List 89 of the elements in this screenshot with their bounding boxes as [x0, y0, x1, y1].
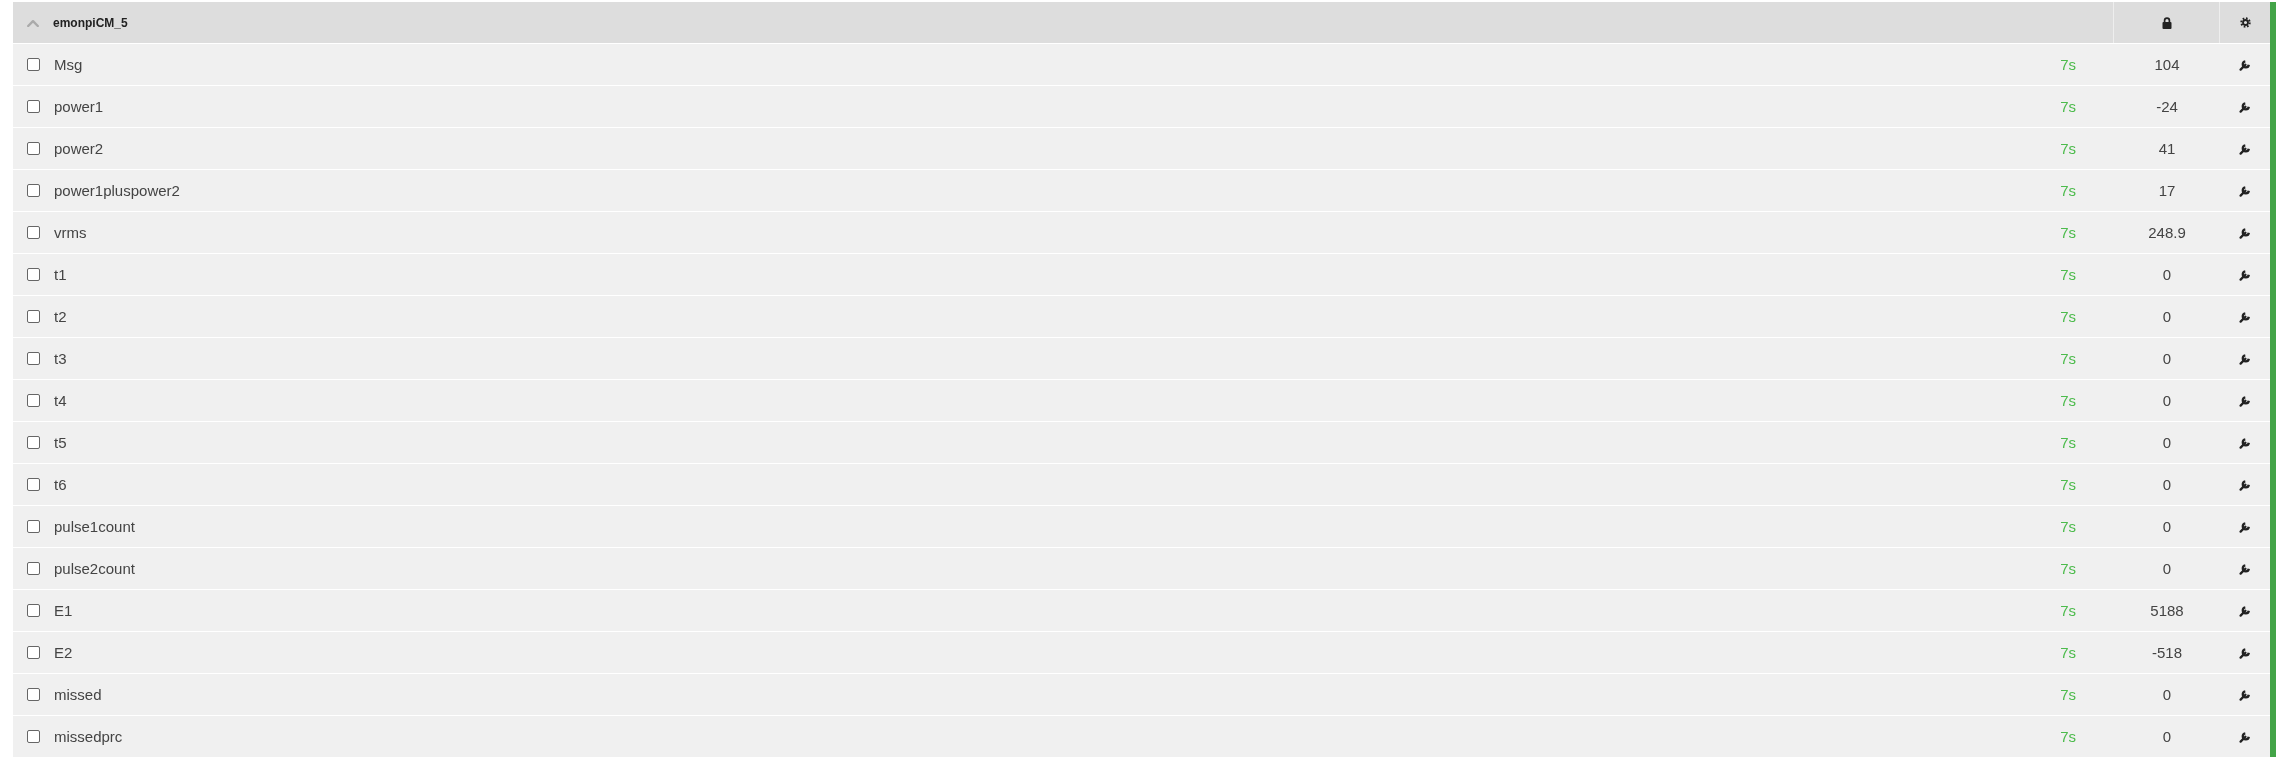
- checkbox[interactable]: [27, 352, 40, 365]
- checkbox[interactable]: [27, 646, 40, 659]
- update-time: 7s: [2060, 139, 2076, 157]
- wrench-icon[interactable]: [2239, 436, 2251, 449]
- update-time: 7s: [2060, 55, 2076, 73]
- wrench-icon[interactable]: [2239, 730, 2251, 743]
- input-value: 0: [2162, 433, 2172, 451]
- checkbox[interactable]: [27, 604, 40, 617]
- wrench-icon[interactable]: [2239, 394, 2251, 407]
- checkbox[interactable]: [27, 562, 40, 575]
- checkbox[interactable]: [27, 520, 40, 533]
- input-name: power2: [54, 140, 104, 157]
- input-value: 0: [2162, 265, 2172, 283]
- input-name: t4: [54, 392, 67, 409]
- input-value: 0: [2162, 517, 2172, 535]
- update-time: 7s: [2060, 517, 2076, 535]
- update-time: 7s: [2060, 265, 2076, 283]
- update-time: 7s: [2060, 307, 2076, 325]
- input-name: t3: [54, 350, 67, 367]
- update-time: 7s: [2060, 391, 2076, 409]
- checkbox[interactable]: [27, 226, 40, 239]
- checkbox[interactable]: [27, 436, 40, 449]
- input-value: 41: [2158, 139, 2176, 157]
- input-value: 0: [2162, 349, 2172, 367]
- input-name: pulse2count: [54, 560, 135, 577]
- checkbox[interactable]: [27, 58, 40, 71]
- input-name: Msg: [54, 56, 83, 73]
- wrench-icon[interactable]: [2239, 688, 2251, 701]
- checkbox[interactable]: [27, 268, 40, 281]
- input-name: t2: [54, 308, 67, 325]
- input-name: missed: [54, 686, 102, 703]
- update-time: 7s: [2060, 349, 2076, 367]
- input-value: 0: [2162, 727, 2172, 745]
- wrench-icon[interactable]: [2239, 562, 2251, 575]
- wrench-icon[interactable]: [2239, 478, 2251, 491]
- update-time: 7s: [2060, 727, 2076, 745]
- input-value: -518: [2152, 643, 2182, 661]
- input-name: vrms: [54, 224, 87, 241]
- input-value: 248.9: [2148, 223, 2186, 241]
- settings-icon[interactable]: [2239, 17, 2251, 28]
- input-value: 0: [2162, 559, 2172, 577]
- input-name: t5: [54, 434, 67, 451]
- wrench-icon[interactable]: [2239, 184, 2251, 197]
- update-time: 7s: [2060, 97, 2076, 115]
- input-value: 104: [2154, 55, 2180, 73]
- input-name: E1: [54, 602, 73, 619]
- checkbox[interactable]: [27, 478, 40, 491]
- wrench-icon[interactable]: [2239, 310, 2251, 323]
- update-time: 7s: [2060, 601, 2076, 619]
- update-time: 7s: [2060, 433, 2076, 451]
- input-value: 0: [2162, 391, 2172, 409]
- update-time: 7s: [2060, 181, 2076, 199]
- lock-icon: [2161, 16, 2172, 29]
- node-header[interactable]: emonpiCM_5: [13, 2, 2270, 43]
- checkbox[interactable]: [27, 142, 40, 155]
- wrench-icon[interactable]: [2239, 226, 2251, 239]
- checkbox[interactable]: [27, 730, 40, 743]
- wrench-icon[interactable]: [2239, 58, 2251, 71]
- input-name: pulse1count: [54, 518, 135, 535]
- input-name: power1pluspower2: [54, 182, 180, 199]
- node-title: emonpiCM_5: [53, 15, 128, 30]
- input-name: E2: [54, 644, 73, 661]
- input-value: 0: [2162, 307, 2172, 325]
- wrench-icon[interactable]: [2239, 100, 2251, 113]
- checkbox[interactable]: [27, 100, 40, 113]
- input-value: 17: [2158, 181, 2176, 199]
- update-time: 7s: [2060, 559, 2076, 577]
- update-time: 7s: [2060, 643, 2076, 661]
- wrench-icon[interactable]: [2239, 604, 2251, 617]
- wrench-icon[interactable]: [2239, 646, 2251, 659]
- wrench-icon[interactable]: [2239, 520, 2251, 533]
- update-time: 7s: [2060, 475, 2076, 493]
- update-time: 7s: [2060, 685, 2076, 703]
- input-name: missedprc: [54, 728, 123, 745]
- wrench-icon[interactable]: [2239, 142, 2251, 155]
- input-value: 0: [2162, 475, 2172, 493]
- input-name: power1: [54, 98, 104, 115]
- update-time: 7s: [2060, 223, 2076, 241]
- input-name: t6: [54, 476, 67, 493]
- input-value: 5188: [2150, 601, 2184, 619]
- checkbox[interactable]: [27, 184, 40, 197]
- checkbox[interactable]: [27, 688, 40, 701]
- input-name: t1: [54, 266, 67, 283]
- wrench-icon[interactable]: [2239, 268, 2251, 281]
- checkbox[interactable]: [27, 310, 40, 323]
- input-value: -24: [2156, 97, 2178, 115]
- input-value: 0: [2162, 685, 2172, 703]
- wrench-icon[interactable]: [2239, 352, 2251, 365]
- checkbox[interactable]: [27, 394, 40, 407]
